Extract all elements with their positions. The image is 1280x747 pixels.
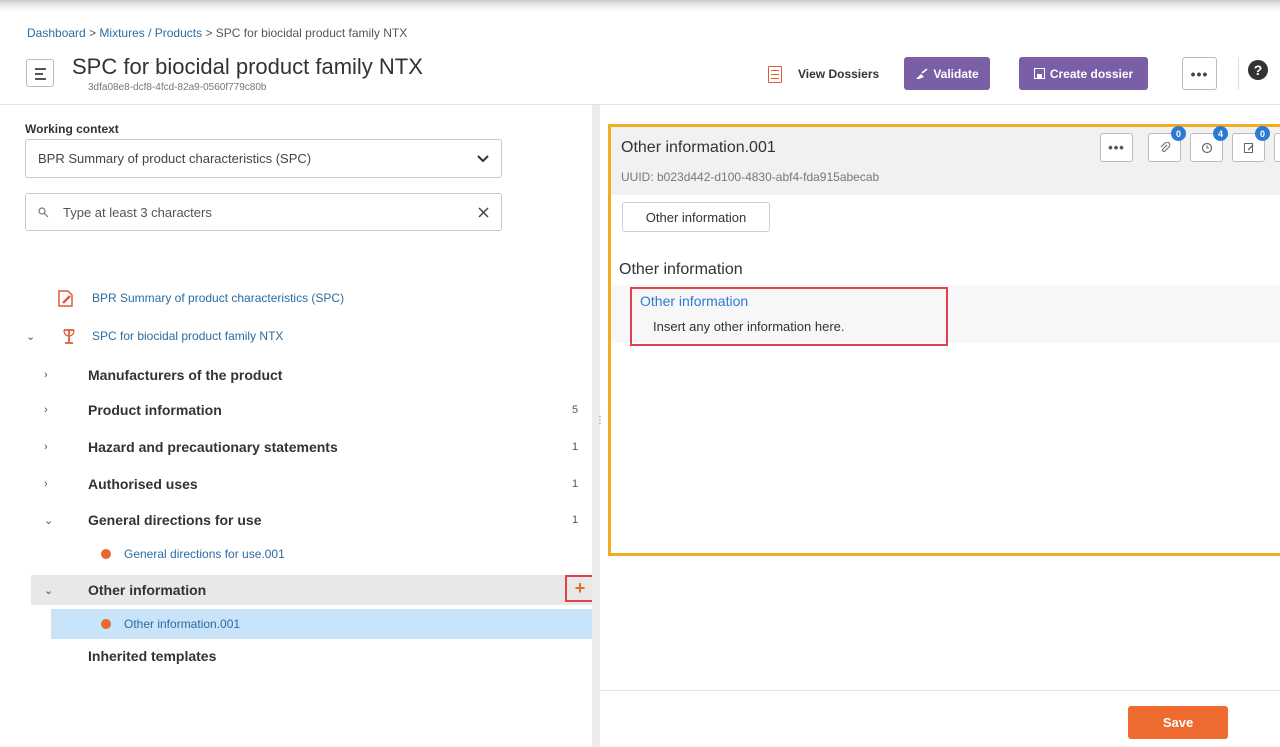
breadcrumb-dashboard[interactable]: Dashboard: [27, 26, 86, 40]
working-context-label: Working context: [25, 122, 119, 136]
card-more-button[interactable]: •••: [1100, 133, 1133, 162]
annotations-count-badge: 0: [1255, 126, 1270, 141]
edit-document-icon: [58, 289, 73, 307]
chevron-down-icon[interactable]: ⌄: [44, 584, 53, 597]
chevron-down-icon: [477, 154, 489, 162]
save-icon: [1033, 68, 1045, 79]
create-dossier-button[interactable]: Create dossier: [1019, 57, 1148, 90]
view-dossiers-label: View Dossiers: [798, 67, 880, 81]
broom-icon: [916, 67, 928, 79]
create-dossier-label: Create dossier: [1049, 66, 1134, 81]
menu-line: [35, 78, 46, 80]
field-value[interactable]: Insert any other information here.: [653, 319, 845, 334]
document-uuid: UUID: b023d442-d100-4830-abf4-fda915abec…: [621, 170, 880, 184]
more-actions-button[interactable]: •••: [1182, 57, 1217, 90]
tree-item-label: SPC for biocidal product family NTX: [92, 329, 284, 343]
validate-label: Validate: [933, 66, 979, 81]
header-divider-line: [0, 104, 1280, 105]
validate-button[interactable]: Validate: [904, 57, 990, 90]
tree-section-count: 1: [572, 514, 579, 526]
document-title: Other information.001: [621, 139, 776, 156]
info-button[interactable]: i: [1274, 133, 1280, 162]
menu-line: [35, 68, 46, 70]
tree-section-label: Manufacturers of the product: [88, 367, 283, 383]
tree-item-general-directions-001[interactable]: General directions for use.001: [0, 539, 592, 569]
tab-other-information[interactable]: Other information: [622, 202, 770, 232]
tree-section-label: Inherited templates: [88, 648, 217, 664]
chevron-right-icon[interactable]: ›: [44, 441, 48, 453]
attachments-count-badge: 0: [1171, 126, 1186, 141]
status-dot: [101, 619, 111, 629]
breadcrumb-separator: >: [202, 26, 216, 40]
tree-item-label: BPR Summary of product characteristics (…: [92, 291, 345, 305]
menu-toggle-button[interactable]: [26, 59, 54, 87]
working-context-value: BPR Summary of product characteristics (…: [38, 151, 312, 166]
chevron-right-icon[interactable]: ›: [44, 478, 48, 490]
chevron-down-icon[interactable]: ⌄: [26, 330, 35, 343]
section-title: Other information: [619, 261, 743, 278]
annotations-button[interactable]: 0: [1232, 126, 1270, 162]
breadcrumb-current: SPC for biocidal product family NTX: [215, 26, 408, 40]
document-card: Other information.001 UUID: b023d442-d10…: [608, 124, 1280, 556]
tree-item-label: General directions for use.001: [124, 547, 285, 561]
top-shadow: [0, 0, 1280, 12]
menu-line: [35, 73, 43, 75]
footer-divider: [600, 690, 1280, 691]
paperclip-icon: [1160, 141, 1170, 152]
header-divider: [1238, 57, 1239, 90]
tree-section-label: Authorised uses: [88, 476, 198, 492]
add-item-button[interactable]: +: [565, 575, 595, 602]
drag-handle-icon[interactable]: ⋮: [595, 416, 605, 426]
clock-icon: [1201, 142, 1212, 153]
tree-item-root-template[interactable]: BPR Summary of product characteristics (…: [0, 283, 592, 313]
tree-item-label: Other information.001: [124, 617, 241, 631]
breadcrumb-separator: >: [85, 26, 100, 40]
status-dot: [101, 549, 111, 559]
tree-item-root-document[interactable]: ⌄ SPC for biocidal product family NTX: [0, 321, 592, 351]
field-label[interactable]: Other information: [640, 293, 748, 309]
tree-section-count: 1: [572, 441, 579, 453]
breadcrumb-mixtures[interactable]: Mixtures / Products: [99, 26, 202, 40]
chevron-down-icon[interactable]: ⌄: [44, 514, 53, 527]
page-uuid: 3dfa08e8-dcf8-4fcd-82a9-0560f779c80b: [88, 82, 267, 93]
tree-section-label: Hazard and precautionary statements: [88, 439, 338, 455]
working-context-select[interactable]: BPR Summary of product characteristics (…: [25, 139, 502, 178]
attachments-button[interactable]: 0: [1148, 126, 1186, 162]
breadcrumb: Dashboard > Mixtures / Products > SPC fo…: [27, 26, 407, 40]
tree-section-product-information[interactable]: › Product information 5: [0, 395, 592, 425]
tree-section-label: Product information: [88, 402, 222, 418]
save-button[interactable]: Save: [1128, 706, 1228, 739]
tree-item-other-information-001[interactable]: Other information.001: [51, 609, 592, 639]
chevron-right-icon[interactable]: ›: [44, 369, 48, 381]
tree-section-count: 1: [572, 478, 579, 490]
tree-section-hazard-statements[interactable]: › Hazard and precautionary statements 1: [0, 432, 592, 462]
view-dossiers-link[interactable]: View Dossiers: [768, 62, 879, 86]
clear-icon[interactable]: [478, 206, 489, 218]
page-title: SPC for biocidal product family NTX: [72, 54, 423, 79]
panel-splitter[interactable]: [592, 105, 600, 747]
tree-section-other-information[interactable]: ⌄ Other information: [31, 575, 595, 605]
search-icon: [38, 206, 49, 217]
edit-note-icon: [1243, 142, 1253, 153]
tree-section-general-directions[interactable]: ⌄ General directions for use 1: [0, 505, 592, 535]
tree-section-manufacturers[interactable]: › Manufacturers of the product: [0, 360, 592, 390]
history-count-badge: 4: [1213, 126, 1228, 141]
tree-section-label: General directions for use: [88, 512, 262, 528]
tree-section-authorised-uses[interactable]: › Authorised uses 1: [0, 469, 592, 499]
tree-search[interactable]: [25, 193, 502, 231]
tree-section-inherited-templates[interactable]: Inherited templates: [0, 641, 592, 671]
tree-section-label: Other information: [88, 582, 207, 598]
flask-icon: [63, 328, 75, 344]
document-icon: [768, 65, 782, 83]
search-input[interactable]: [61, 203, 478, 221]
help-icon[interactable]: ?: [1248, 60, 1268, 80]
tree-section-count: 5: [572, 404, 579, 416]
history-button[interactable]: 4: [1190, 126, 1228, 162]
chevron-right-icon[interactable]: ›: [44, 404, 48, 416]
